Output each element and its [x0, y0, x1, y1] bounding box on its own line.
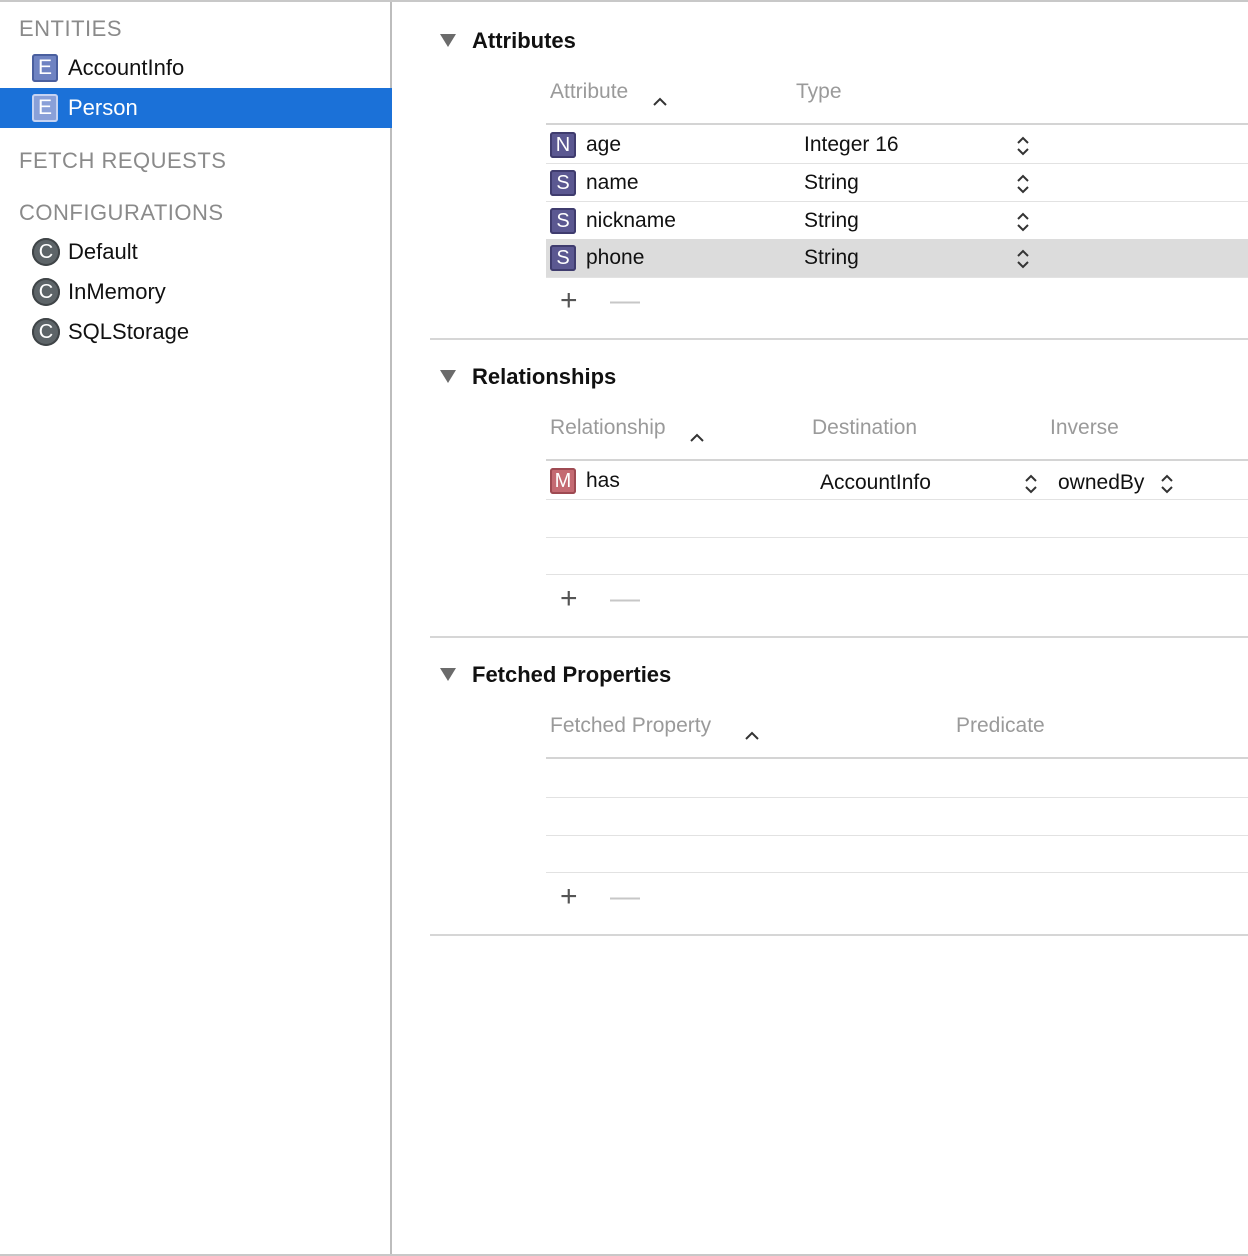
configurations-header: CONFIGURATIONS: [19, 200, 224, 225]
sort-ascending-icon: [745, 731, 759, 740]
data-model-editor-window: ENTITIES E AccountInfo E Person FETCH RE…: [0, 0, 1248, 1256]
sidebar-item-inmemory[interactable]: C InMemory: [0, 272, 392, 312]
table-row[interactable]: Nage Integer 16: [546, 126, 1248, 164]
relationship-name: has: [586, 469, 620, 492]
sidebar-item-label: Person: [68, 95, 138, 120]
disclosure-triangle-icon[interactable]: [440, 370, 456, 383]
remove-fetched-property-button[interactable]: —: [610, 882, 640, 912]
relationship-destination[interactable]: AccountInfo: [820, 464, 931, 502]
add-attribute-button[interactable]: +: [560, 286, 578, 316]
remove-attribute-button[interactable]: —: [610, 286, 640, 316]
attribute-column-header[interactable]: Attribute: [550, 80, 628, 104]
sidebar-item-default[interactable]: C Default: [0, 232, 392, 272]
type-stepper-icon[interactable]: [1016, 173, 1030, 195]
relationship-inverse[interactable]: ownedBy: [1058, 464, 1144, 502]
destination-column-header[interactable]: Destination: [812, 416, 917, 440]
sort-ascending-icon: [690, 433, 704, 442]
attribute-type[interactable]: String: [804, 202, 859, 240]
table-row[interactable]: Mhas AccountInfo ownedBy: [546, 462, 1248, 500]
sort-ascending-icon: [653, 97, 667, 106]
configuration-icon: C: [32, 238, 60, 266]
disclosure-triangle-icon[interactable]: [440, 668, 456, 681]
predicate-column-header[interactable]: Predicate: [956, 714, 1045, 738]
row-divider: [546, 499, 1248, 500]
string-type-icon: S: [550, 245, 576, 271]
attribute-name: name: [586, 171, 639, 194]
table-row-selected[interactable]: Sphone String: [546, 239, 1248, 277]
entity-editor: Attributes Attribute Type Nage Integer 1…: [394, 2, 1248, 1254]
row-divider: [546, 537, 1248, 538]
number-type-icon: N: [550, 132, 576, 158]
type-stepper-icon[interactable]: [1016, 135, 1030, 157]
attribute-type[interactable]: String: [804, 239, 859, 277]
to-many-relationship-icon: M: [550, 468, 576, 494]
fetched-property-column-header[interactable]: Fetched Property: [550, 714, 711, 738]
inverse-column-header[interactable]: Inverse: [1050, 416, 1119, 440]
section-divider: [430, 636, 1248, 638]
remove-relationship-button[interactable]: —: [610, 584, 640, 614]
type-column-header[interactable]: Type: [796, 80, 842, 104]
header-separator: [546, 123, 1248, 125]
section-divider: [430, 934, 1248, 936]
configuration-icon: C: [32, 278, 60, 306]
sidebar-item-person[interactable]: E Person: [0, 88, 392, 128]
row-divider: [546, 872, 1248, 873]
fetched-properties-section-title: Fetched Properties: [472, 662, 672, 687]
section-divider: [430, 338, 1248, 340]
fetch-requests-header: FETCH REQUESTS: [19, 148, 227, 173]
header-separator: [546, 757, 1248, 759]
entity-icon: E: [32, 54, 58, 82]
attribute-name: age: [586, 133, 622, 156]
type-stepper-icon[interactable]: [1016, 211, 1030, 233]
relationship-column-header[interactable]: Relationship: [550, 416, 666, 440]
sidebar-item-label: InMemory: [68, 279, 166, 304]
row-divider: [546, 797, 1248, 798]
sidebar-item-label: Default: [68, 239, 138, 264]
add-fetched-property-button[interactable]: +: [560, 882, 578, 912]
relationships-section-title: Relationships: [472, 364, 617, 389]
table-row[interactable]: Sname String: [546, 164, 1248, 202]
string-type-icon: S: [550, 208, 576, 234]
destination-stepper-icon[interactable]: [1024, 473, 1038, 495]
row-divider: [546, 277, 1248, 278]
configuration-icon: C: [32, 318, 60, 346]
type-stepper-icon[interactable]: [1016, 248, 1030, 270]
sidebar-item-label: SQLStorage: [68, 319, 190, 344]
header-separator: [546, 459, 1248, 461]
attributes-section-title: Attributes: [472, 28, 576, 53]
table-row[interactable]: Snickname String: [546, 202, 1248, 240]
attribute-name: phone: [586, 246, 645, 269]
inverse-stepper-icon[interactable]: [1160, 473, 1174, 495]
entity-icon: E: [32, 94, 58, 122]
row-divider: [546, 835, 1248, 836]
sidebar-item-label: AccountInfo: [68, 55, 185, 80]
attribute-name: nickname: [586, 209, 676, 232]
attribute-type[interactable]: Integer 16: [804, 126, 899, 164]
sidebar-item-accountinfo[interactable]: E AccountInfo: [0, 48, 392, 88]
add-relationship-button[interactable]: +: [560, 584, 578, 614]
string-type-icon: S: [550, 170, 576, 196]
attribute-type[interactable]: String: [804, 164, 859, 202]
entities-header: ENTITIES: [19, 16, 123, 41]
row-divider: [546, 574, 1248, 575]
disclosure-triangle-icon[interactable]: [440, 34, 456, 47]
sidebar: ENTITIES E AccountInfo E Person FETCH RE…: [0, 2, 392, 1254]
sidebar-item-sqlstorage[interactable]: C SQLStorage: [0, 312, 392, 352]
